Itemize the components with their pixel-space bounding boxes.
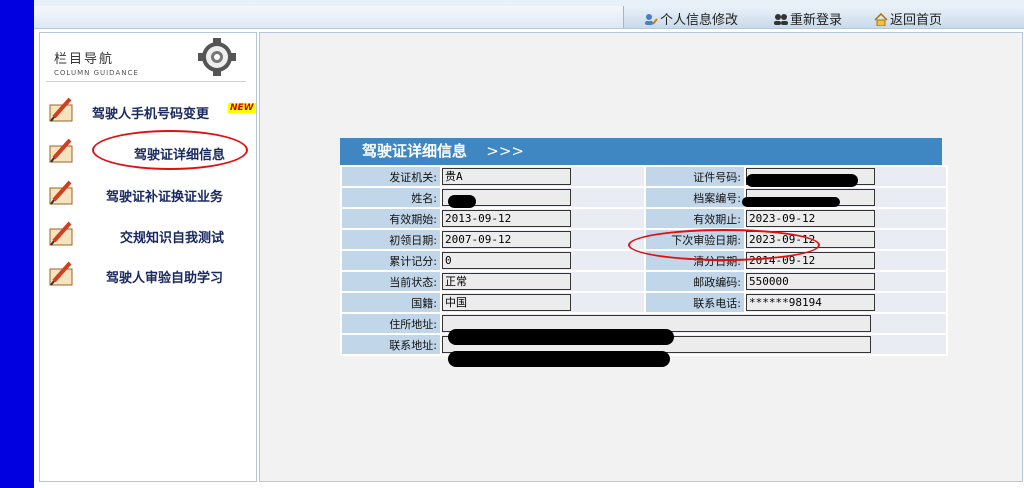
sidebar-subtitle: COLUMN GUIDANCE	[54, 69, 139, 77]
redaction-mark	[448, 195, 476, 208]
postcode-field: 550000	[746, 273, 875, 290]
pencil-note-icon	[49, 261, 73, 286]
valid-from-field: 2013-09-12	[442, 210, 571, 227]
status-field: 正常	[442, 273, 571, 290]
personal-info-link[interactable]: 个人信息修改	[644, 9, 738, 28]
field-label: 证件号码:	[646, 167, 744, 186]
annotation-circle	[628, 229, 820, 261]
redaction-mark	[448, 351, 670, 367]
sidebar: 栏目导航 COLUMN GUIDANCE 驾驶人手机号码变更 NEW 驾驶证详细…	[39, 32, 257, 482]
home-icon	[874, 13, 888, 26]
sidebar-item-label: 交规知识自我测试	[120, 231, 225, 246]
valid-to-field: 2023-09-12	[746, 210, 875, 227]
sidebar-item-label: 驾驶人手机号码变更	[92, 107, 210, 122]
users-icon	[774, 14, 788, 25]
sidebar-item-review-study[interactable]: 驾驶人审验自助学习	[40, 259, 256, 293]
panel-header: 驾驶证详细信息 >>>	[340, 138, 942, 165]
user-edit-icon	[645, 14, 658, 25]
detail-table: 发证机关: 贵A 证件号码: 姓名: 档案编号: 有效期始: 2013-09-1…	[340, 165, 948, 356]
relogin-label: 重新登录	[790, 13, 843, 28]
sidebar-item-label: 驾驶人审验自助学习	[106, 271, 224, 286]
sidebar-item-traffic-test[interactable]: 交规知识自我测试	[40, 219, 256, 253]
field-label: 有效期始:	[342, 209, 440, 228]
field-label: 邮政编码:	[646, 272, 744, 291]
points-field: 0	[442, 252, 571, 269]
field-label: 姓名:	[342, 188, 440, 207]
sidebar-divider	[46, 81, 246, 82]
nationality-field: 中国	[442, 294, 571, 311]
redaction-mark	[746, 174, 858, 187]
pencil-note-icon	[49, 138, 73, 163]
pencil-note-icon	[49, 180, 73, 205]
home-link[interactable]: 返回首页	[874, 9, 942, 28]
panel-title: 驾驶证详细信息	[362, 142, 468, 160]
field-label: 发证机关:	[342, 167, 440, 186]
table-row: 国籍: 中国 联系电话: ******98194	[342, 293, 946, 312]
panel-arrows: >>>	[486, 142, 524, 160]
first-date-field: 2007-09-12	[442, 231, 571, 248]
field-label: 联系电话:	[646, 293, 744, 312]
sidebar-item-label: 驾驶证补证换证业务	[106, 190, 224, 205]
new-badge: NEW	[228, 103, 256, 113]
field-label: 初领日期:	[342, 230, 440, 249]
sidebar-title: 栏目导航	[54, 52, 115, 67]
redaction-mark	[448, 329, 674, 345]
field-label: 累计记分:	[342, 251, 440, 270]
phone-field: ******98194	[746, 294, 875, 311]
gear-icon	[198, 38, 236, 76]
table-row: 有效期始: 2013-09-12 有效期止: 2023-09-12	[342, 209, 946, 228]
pencil-note-icon	[49, 221, 73, 246]
toolbar-links: 个人信息修改 重新登录 返回首页	[623, 6, 1024, 28]
app-frame: 个人信息修改 重新登录 返回首页 栏目导航 COLUMN GUIDANCE 驾驶…	[34, 0, 1024, 488]
annotation-circle	[92, 130, 248, 170]
toolbar: 个人信息修改 重新登录 返回首页	[34, 6, 1024, 29]
table-row: 当前状态: 正常 邮政编码: 550000	[342, 272, 946, 291]
sidebar-item-phone-change[interactable]: 驾驶人手机号码变更 NEW	[40, 95, 256, 129]
personal-info-label: 个人信息修改	[660, 13, 739, 28]
field-label: 国籍:	[342, 293, 440, 312]
main-content: 驾驶证详细信息 >>> 发证机关: 贵A 证件号码: 姓名: 档案编号: 有效期…	[259, 32, 1023, 482]
table-row: 姓名: 档案编号:	[342, 188, 946, 207]
sidebar-item-license-replace[interactable]: 驾驶证补证换证业务	[40, 178, 256, 212]
field-label: 有效期止:	[646, 209, 744, 228]
field-label: 当前状态:	[342, 272, 440, 291]
issuer-field: 贵A	[442, 168, 571, 185]
license-detail-panel: 驾驶证详细信息 >>> 发证机关: 贵A 证件号码: 姓名: 档案编号: 有效期…	[340, 138, 948, 367]
pencil-note-icon	[49, 97, 73, 122]
redaction-mark	[742, 197, 840, 207]
field-label: 联系地址:	[342, 335, 440, 354]
field-label: 档案编号:	[646, 188, 744, 207]
relogin-link[interactable]: 重新登录	[774, 9, 842, 28]
field-label: 住所地址:	[342, 314, 440, 333]
home-label: 返回首页	[890, 13, 943, 28]
